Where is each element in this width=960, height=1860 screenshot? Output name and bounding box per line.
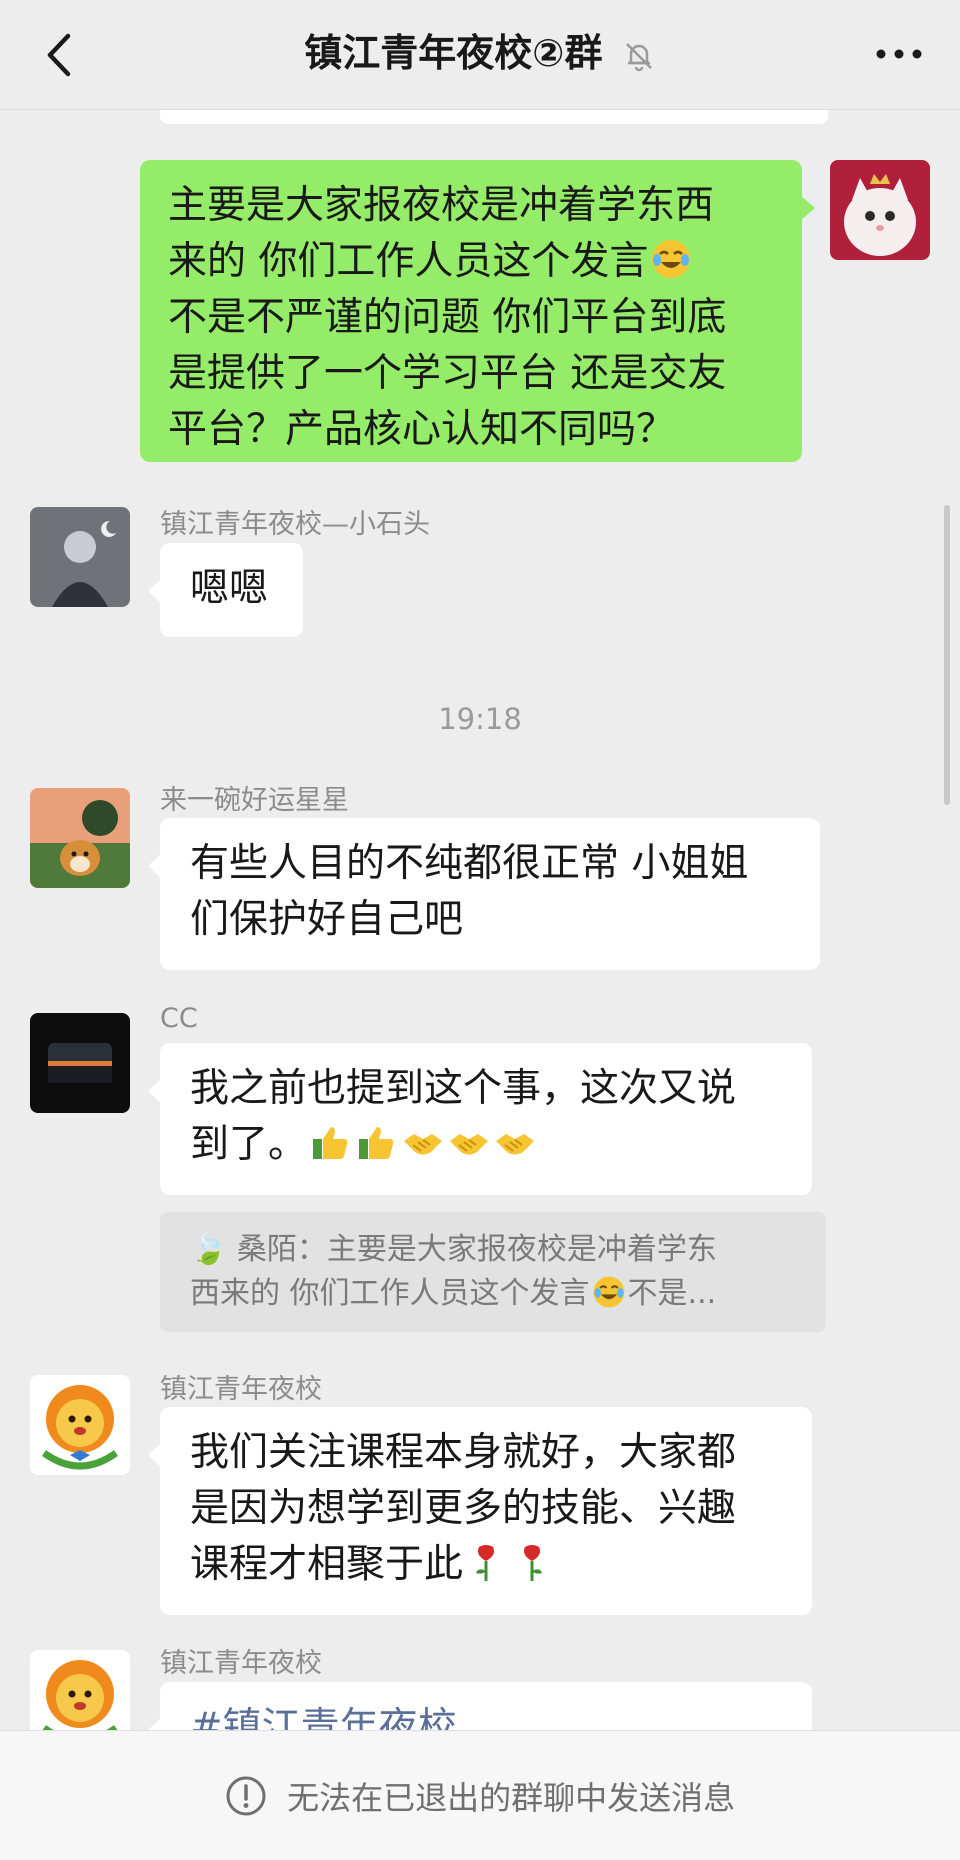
quote-text: 西来的 你们工作人员这个发言 xyxy=(190,1276,590,1311)
laugh-cry-emoji-icon xyxy=(652,240,691,278)
handshake-emoji-icon xyxy=(404,1134,443,1155)
avatar-night-school-lion[interactable] xyxy=(30,1650,130,1730)
chat-title-wrap: 镇江青年夜校②群 xyxy=(0,28,960,78)
message-text: 课程才相聚于此 xyxy=(190,1542,464,1587)
message-line: 我之前也提到这个事，这次又说 xyxy=(190,1066,737,1111)
quote-text: 不是... xyxy=(627,1276,717,1311)
sender-name: 来一碗好运星星 xyxy=(160,785,349,816)
handshake-emoji-icon xyxy=(496,1134,535,1155)
info-circle-icon xyxy=(226,1776,266,1816)
message-line: 不是不严谨的问题 你们平台到底 xyxy=(168,295,727,340)
chat-scrollbar[interactable] xyxy=(944,505,950,805)
laugh-cry-emoji-icon xyxy=(593,1276,624,1308)
avatar-xiaoshitou[interactable] xyxy=(30,507,130,607)
disabled-notice-text: 无法在已退出的群聊中发送消息 xyxy=(287,1779,736,1817)
sender-name: 镇江青年夜校 xyxy=(160,1374,322,1405)
avatar-haoyunxingxing[interactable] xyxy=(30,788,130,888)
more-horizontal-icon[interactable] xyxy=(872,34,926,74)
input-disabled-bar: 无法在已退出的群聊中发送消息 xyxy=(0,1730,960,1860)
avatar-self[interactable] xyxy=(830,160,930,260)
rose-emoji-icon xyxy=(523,1545,543,1581)
received-message-bubble[interactable]: 嗯嗯 xyxy=(148,543,303,637)
previous-message-bubble[interactable] xyxy=(160,110,828,124)
chat-header: 镇江青年夜校②群 xyxy=(0,0,960,110)
message-text: 来的 你们工作人员这个发言 xyxy=(168,239,649,284)
received-message-bubble[interactable]: 我们关注课程本身就好，大家都 是因为想学到更多的技能、兴趣 课程才相聚于此 xyxy=(148,1407,812,1615)
message-line: 主要是大家报夜校是冲着学东西 xyxy=(168,183,715,228)
received-message-bubble[interactable]: 我之前也提到这个事，这次又说 到了。 xyxy=(148,1043,812,1195)
quote-line: 西来的 你们工作人员这个发言 不是... xyxy=(190,1272,796,1316)
message-line: 来的 你们工作人员这个发言 xyxy=(168,234,774,290)
message-line: 是提供了一个学习平台 还是交友 xyxy=(168,351,727,396)
message-line: 我们关注课程本身就好，大家都 xyxy=(190,1430,737,1475)
handshake-emoji-icon xyxy=(450,1134,489,1155)
message-line: 是因为想学到更多的技能、兴趣 xyxy=(190,1486,737,1531)
thumbs-up-emoji-icon xyxy=(313,1127,348,1159)
rose-emoji-icon xyxy=(476,1545,495,1581)
message-text: 到了。 xyxy=(190,1122,308,1167)
quoted-message[interactable]: 🍃 桑陌：主要是大家报夜校是冲着学东 西来的 你们工作人员这个发言 不是... xyxy=(160,1212,826,1332)
bell-off-icon xyxy=(625,42,652,71)
message-line: #镇江青年夜校 xyxy=(190,1705,457,1730)
chat-title: 镇江青年夜校②群 xyxy=(304,31,603,75)
avatar-cc[interactable] xyxy=(30,1013,130,1113)
sender-name: 镇江青年夜校 xyxy=(160,1648,322,1679)
disabled-notice: 无法在已退出的群聊中发送消息 xyxy=(0,1773,960,1819)
timestamp: 19:18 xyxy=(438,702,522,736)
message-line: 有些人目的不纯都很正常 小姐姐 xyxy=(190,841,749,886)
message-line: 课程才相聚于此 xyxy=(190,1537,782,1593)
sender-name: 镇江青年夜校—小石头 xyxy=(160,509,430,540)
thumbs-up-emoji-icon xyxy=(359,1127,394,1159)
sender-name: CC xyxy=(160,1003,198,1034)
quote-line: 🍃 桑陌：主要是大家报夜校是冲着学东 xyxy=(190,1232,717,1267)
message-text: 嗯嗯 xyxy=(190,566,269,611)
sent-message-bubble[interactable]: 主要是大家报夜校是冲着学东西 来的 你们工作人员这个发言 不是不严谨的问题 你们… xyxy=(140,160,815,462)
message-line: 到了。 xyxy=(190,1117,782,1173)
chat-message-list[interactable]: 主要是大家报夜校是冲着学东西 来的 你们工作人员这个发言 不是不严谨的问题 你们… xyxy=(0,110,960,1730)
message-line: 们保护好自己吧 xyxy=(190,897,464,942)
avatar-night-school-lion[interactable] xyxy=(30,1375,130,1475)
received-message-bubble[interactable]: 有些人目的不纯都很正常 小姐姐 们保护好自己吧 xyxy=(148,818,820,970)
message-line: 平台？产品核心认知不同吗？ xyxy=(168,407,676,452)
received-message-bubble[interactable]: #镇江青年夜校 xyxy=(148,1682,812,1730)
